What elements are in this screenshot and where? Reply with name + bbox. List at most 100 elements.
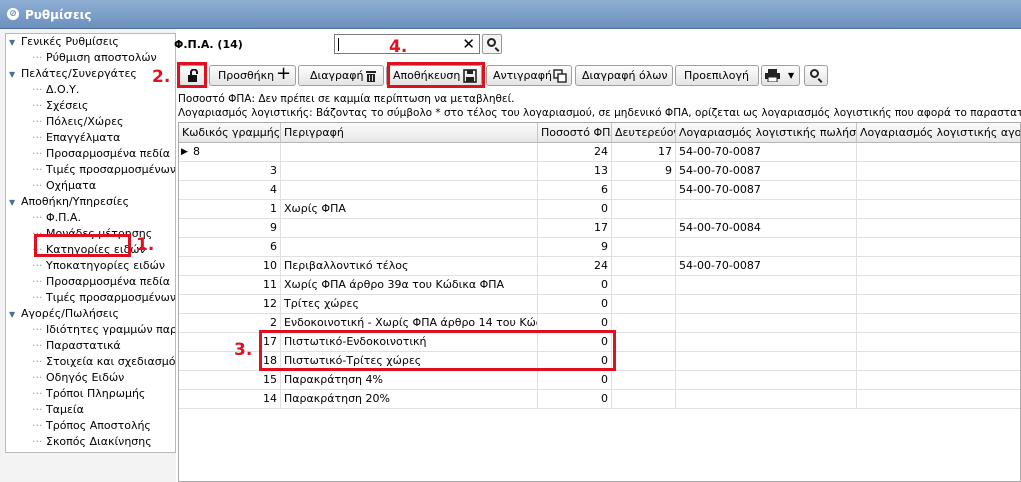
table-row[interactable]: 12 Τρίτες χώρες 0: [179, 295, 1020, 314]
cell-rate[interactable]: 0: [538, 390, 612, 409]
tree-item[interactable]: ··· Πόλεις/Χώρες: [32, 114, 123, 130]
expand-icon[interactable]: ▼: [9, 67, 21, 83]
cell-desc[interactable]: Παρακράτηση 4%: [281, 371, 538, 390]
tree-item[interactable]: ··· Επαγγέλματα: [32, 130, 120, 146]
tree-item[interactable]: ··· Στοιχεία και σχεδιασμός παραστατικών: [32, 354, 175, 370]
cell-code[interactable]: 3: [179, 162, 281, 181]
print-button[interactable]: ▼: [761, 65, 800, 86]
tree-item[interactable]: ··· Οχήματα: [32, 178, 96, 194]
table-row[interactable]: 9 17 54-00-70-0084: [179, 219, 1020, 238]
cell-desc[interactable]: Χωρίς ΦΠΑ: [281, 200, 538, 219]
cell-secondary[interactable]: 17: [612, 143, 676, 162]
cell-secondary[interactable]: [612, 200, 676, 219]
cell-purchases[interactable]: [857, 314, 1020, 333]
column-header[interactable]: Δευτερεύον: [612, 123, 676, 143]
cell-secondary[interactable]: [612, 295, 676, 314]
cell-sales[interactable]: 54-00-70-0087: [676, 162, 857, 181]
cell-sales[interactable]: [676, 371, 857, 390]
cell-purchases[interactable]: [857, 371, 1020, 390]
cell-sales[interactable]: [676, 314, 857, 333]
cell-desc[interactable]: Περιβαλλοντικό τέλος: [281, 257, 538, 276]
expand-icon[interactable]: ▼: [9, 195, 21, 211]
cell-purchases[interactable]: [857, 295, 1020, 314]
cell-sales[interactable]: 54-00-70-0087: [676, 143, 857, 162]
cell-code[interactable]: 10: [179, 257, 281, 276]
tree-group[interactable]: ▼ Αποθήκη/Υπηρεσίες: [9, 194, 129, 210]
cell-rate[interactable]: 0: [538, 295, 612, 314]
table-row[interactable]: 1 Χωρίς ΦΠΑ 0: [179, 200, 1020, 219]
tree-item[interactable]: ··· Προσαρμοσμένα πεδία: [32, 274, 170, 290]
cell-purchases[interactable]: [857, 143, 1020, 162]
cell-sales[interactable]: [676, 352, 857, 371]
cell-purchases[interactable]: [857, 276, 1020, 295]
cell-desc[interactable]: [281, 162, 538, 181]
table-row[interactable]: 10 Περιβαλλοντικό τέλος 24 54-00-70-0087: [179, 257, 1020, 276]
cell-rate[interactable]: 24: [538, 143, 612, 162]
cell-sales[interactable]: [676, 200, 857, 219]
cell-secondary[interactable]: [612, 276, 676, 295]
cell-code[interactable]: 15: [179, 371, 281, 390]
expand-icon[interactable]: ▼: [9, 307, 21, 323]
cell-rate[interactable]: 0: [538, 276, 612, 295]
cell-secondary[interactable]: [612, 257, 676, 276]
copy-button[interactable]: Αντιγραφή: [486, 65, 572, 86]
cell-code[interactable]: 1: [179, 200, 281, 219]
cell-rate[interactable]: 17: [538, 219, 612, 238]
cell-code[interactable]: 14: [179, 390, 281, 409]
column-header[interactable]: Ποσοστό ΦΠΑ: [538, 123, 612, 143]
add-button[interactable]: Προσθήκη +: [209, 64, 296, 86]
cell-desc[interactable]: [281, 219, 538, 238]
cell-purchases[interactable]: [857, 390, 1020, 409]
expand-icon[interactable]: ▼: [9, 35, 21, 51]
cell-secondary[interactable]: [612, 238, 676, 257]
cell-rate[interactable]: 24: [538, 257, 612, 276]
cell-rate[interactable]: 0: [538, 371, 612, 390]
cell-sales[interactable]: [676, 295, 857, 314]
cell-purchases[interactable]: [857, 181, 1020, 200]
cell-purchases[interactable]: [857, 200, 1020, 219]
cell-code[interactable]: 11: [179, 276, 281, 295]
tree-item[interactable]: ··· Οδηγός Ειδών: [32, 370, 124, 386]
cell-secondary[interactable]: [612, 219, 676, 238]
delete-button[interactable]: Διαγραφή: [298, 65, 384, 86]
cell-sales[interactable]: [676, 276, 857, 295]
tree-item[interactable]: ··· Τιμές προσαρμοσμένων πεδίων: [32, 290, 175, 306]
tree-item[interactable]: ··· Προσαρμοσμένα πεδία: [32, 146, 170, 162]
clear-search-icon[interactable]: ✕: [462, 36, 475, 52]
cell-secondary[interactable]: [612, 390, 676, 409]
column-header[interactable]: Περιγραφή: [281, 123, 538, 143]
cell-rate[interactable]: 13: [538, 162, 612, 181]
cell-desc[interactable]: [281, 181, 538, 200]
tree-group[interactable]: ▼ Αγορές/Πωλήσεις: [9, 306, 119, 322]
cell-code[interactable]: 12: [179, 295, 281, 314]
cell-sales[interactable]: 54-00-70-0084: [676, 219, 857, 238]
chevron-down-icon[interactable]: ▼: [788, 66, 794, 85]
table-row[interactable]: ▶ 8 24 17 54-00-70-0087: [179, 143, 1020, 162]
column-header[interactable]: Λογαριασμός λογιστικής πωλήσεων: [676, 123, 857, 143]
cell-secondary[interactable]: [612, 314, 676, 333]
column-header[interactable]: Λογαριασμός λογιστικής αγορών: [857, 123, 1020, 143]
cell-sales[interactable]: [676, 390, 857, 409]
table-row[interactable]: 14 Παρακράτηση 20% 0: [179, 390, 1020, 409]
tree-item[interactable]: ··· Ταμεία: [32, 402, 84, 418]
tree-item[interactable]: ··· Τιμές προσαρμοσμένων πεδίων: [32, 162, 175, 178]
cell-desc[interactable]: Τρίτες χώρες: [281, 295, 538, 314]
cell-secondary[interactable]: [612, 333, 676, 352]
tree-group[interactable]: ▼ Γενικές Ρυθμίσεις: [9, 34, 119, 50]
cell-secondary[interactable]: [612, 371, 676, 390]
tree-item[interactable]: ··· Φ.Π.Α.: [32, 210, 81, 226]
tree-item[interactable]: ··· Ιδιότητες γραμμών παραστατικών: [32, 322, 175, 338]
cell-code[interactable]: 6: [179, 238, 281, 257]
cell-sales[interactable]: [676, 333, 857, 352]
cell-code[interactable]: ▶ 8: [179, 143, 281, 162]
table-row[interactable]: 4 6 54-00-70-0087: [179, 181, 1020, 200]
search-button[interactable]: [482, 34, 502, 54]
tree-item[interactable]: ··· Δ.Ο.Υ.: [32, 82, 79, 98]
table-row[interactable]: 69: [179, 238, 1020, 257]
delete-all-button[interactable]: Διαγραφή όλων: [575, 65, 673, 86]
tree-item[interactable]: ··· Ρύθμιση αποστολών: [32, 50, 157, 66]
cell-desc[interactable]: Χωρίς ΦΠΑ άρθρο 39α του Κώδικα ΦΠΑ: [281, 276, 538, 295]
cell-rate[interactable]: 6: [538, 181, 612, 200]
cell-purchases[interactable]: [857, 257, 1020, 276]
cell-rate[interactable]: 0: [538, 200, 612, 219]
